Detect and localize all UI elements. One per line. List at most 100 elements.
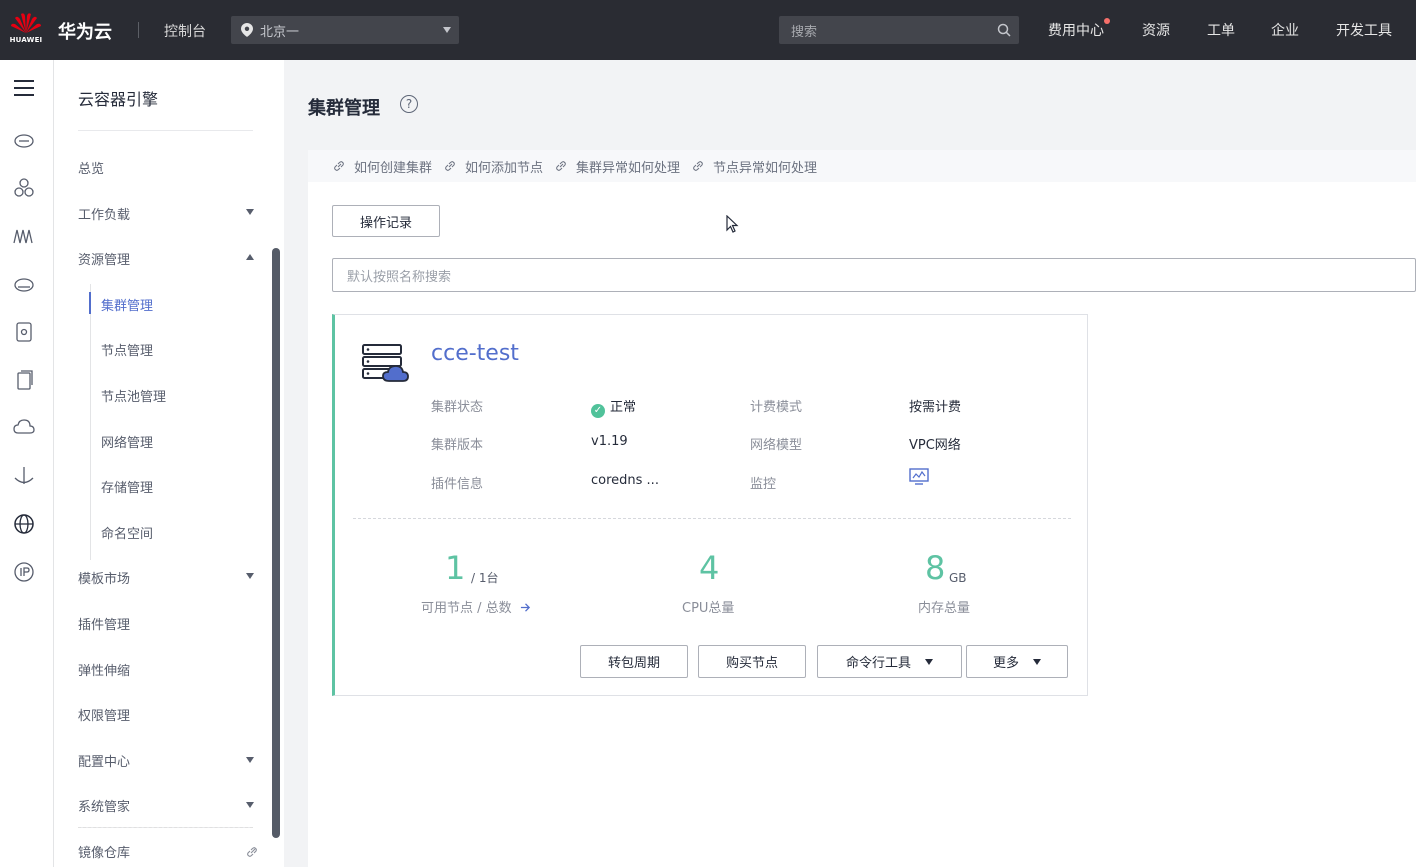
location-pin-icon: [241, 23, 253, 37]
search-icon[interactable]: [997, 23, 1011, 37]
cluster-status-label: 集群状态: [431, 400, 484, 415]
tip-label: 集群异常如何处理: [576, 160, 681, 176]
chevron-down-icon[interactable]: [246, 802, 254, 808]
submenu-guide-line: [90, 284, 91, 560]
menu-item-workloads[interactable]: 工作负载: [78, 204, 130, 223]
logo-text: HUAWEI: [9, 36, 43, 44]
operation-log-button[interactable]: 操作记录: [332, 205, 440, 237]
addon-info-value[interactable]: coredns ...: [591, 473, 659, 488]
cloud-sync-icon[interactable]: [12, 416, 36, 440]
anchor-icon[interactable]: [12, 464, 36, 488]
waveform-icon[interactable]: [12, 224, 36, 248]
notification-dot: [1104, 18, 1110, 24]
menu-item-storage-mgmt[interactable]: 存储管理: [101, 477, 153, 496]
menu-item-namespace[interactable]: 命名空间: [101, 523, 153, 542]
more-dropdown[interactable]: 更多: [966, 645, 1068, 678]
monitor-chart-icon[interactable]: [909, 468, 929, 486]
ip-icon[interactable]: [12, 560, 36, 584]
tip-link-create-cluster[interactable]: 如何创建集群: [334, 157, 432, 176]
tip-label: 节点异常如何处理: [713, 160, 818, 176]
cluster-search-placeholder: 默认按照名称搜索: [347, 269, 452, 285]
menu-item-resources[interactable]: 资源管理: [78, 249, 130, 268]
nav-enterprise[interactable]: 企业: [1271, 20, 1299, 40]
menu-item-permissions[interactable]: 权限管理: [78, 705, 130, 724]
arrow-right-icon: [520, 603, 530, 612]
chevron-down-icon[interactable]: [246, 573, 254, 579]
region-selector[interactable]: 北京一: [231, 16, 459, 44]
chevron-down-icon[interactable]: [246, 209, 254, 215]
menu-item-overview[interactable]: 总览: [78, 158, 104, 177]
status-text: 正常: [610, 400, 637, 415]
menu-item-templates[interactable]: 模板市场: [78, 568, 130, 587]
mouse-cursor-icon: [726, 215, 739, 233]
menu-divider: [78, 827, 253, 828]
tip-label: 如何添加节点: [465, 160, 544, 176]
memory-stat-label: 内存总量: [918, 601, 971, 616]
chevron-down-icon: [443, 27, 451, 33]
total-nodes: / 1台: [471, 571, 499, 585]
hamburger-menu-icon[interactable]: [12, 76, 36, 100]
menu-scrollbar[interactable]: [272, 248, 280, 838]
menu-item-nodepool-mgmt[interactable]: 节点池管理: [101, 386, 166, 405]
nodes-label-text: 可用节点 / 总数: [421, 601, 512, 616]
huawei-logo[interactable]: HUAWEI: [8, 10, 44, 50]
document-icon[interactable]: [12, 320, 36, 344]
available-nodes-count: 1: [445, 549, 466, 587]
addon-info-label: 插件信息: [431, 477, 484, 492]
menu-item-image-repo[interactable]: 镜像仓库: [78, 842, 130, 861]
nav-dev-tools[interactable]: 开发工具: [1336, 20, 1392, 40]
brand-name[interactable]: 华为云: [58, 18, 112, 44]
menu-item-network-mgmt[interactable]: 网络管理: [101, 432, 153, 451]
files-icon[interactable]: [12, 368, 36, 392]
menu-item-autoscaling[interactable]: 弹性伸缩: [78, 660, 130, 679]
tip-label: 如何创建集群: [354, 160, 433, 176]
cluster-list-panel: 操作记录 默认按照名称搜索 cce-test 集群状态 ✓ 正常 计费模式 按需…: [308, 182, 1416, 867]
link-icon: [693, 161, 703, 171]
container-cluster-icon[interactable]: [12, 176, 36, 200]
chevron-up-icon[interactable]: [246, 254, 254, 260]
cpu-total-count: 4: [699, 549, 720, 587]
tip-link-node-issue[interactable]: 节点异常如何处理: [693, 157, 817, 176]
billing-mode-value: 按需计费: [909, 400, 962, 415]
cloud-storage-icon[interactable]: [12, 272, 36, 296]
active-indicator: [89, 292, 91, 314]
service-icon-rail: [0, 60, 54, 867]
check-circle-icon: ✓: [591, 404, 605, 418]
cluster-search-input[interactable]: 默认按照名称搜索: [332, 258, 1416, 292]
menu-item-system-manager[interactable]: 系统管家: [78, 796, 130, 815]
help-icon[interactable]: ?: [400, 95, 418, 113]
buy-node-button[interactable]: 购买节点: [698, 645, 806, 678]
cluster-name-link[interactable]: cce-test: [431, 341, 519, 366]
tip-link-cluster-issue[interactable]: 集群异常如何处理: [556, 157, 680, 176]
cpu-stat-label: CPU总量: [682, 601, 735, 616]
cluster-version-value: v1.19: [591, 434, 628, 449]
menu-item-addons[interactable]: 插件管理: [78, 614, 130, 633]
menu-item-node-mgmt[interactable]: 节点管理: [101, 340, 153, 359]
nav-billing-center[interactable]: 费用中心: [1048, 18, 1110, 40]
help-links-bar: 如何创建集群 如何添加节点 集群异常如何处理 节点异常如何处理: [308, 150, 1416, 182]
network-model-label: 网络模型: [750, 438, 803, 453]
network-model-value: VPC网络: [909, 438, 961, 453]
console-link[interactable]: 控制台: [164, 21, 206, 41]
link-icon: [556, 161, 566, 171]
nav-resources[interactable]: 资源: [1142, 20, 1170, 40]
monitor-label: 监控: [750, 477, 777, 492]
cluster-status-value: ✓ 正常: [591, 396, 636, 418]
globe-icon[interactable]: [12, 512, 36, 536]
nav-tickets[interactable]: 工单: [1207, 20, 1235, 40]
external-link-icon[interactable]: [246, 846, 258, 858]
nodes-stat-label[interactable]: 可用节点 / 总数: [421, 597, 531, 616]
huawei-logo-icon: [11, 13, 41, 34]
convert-to-yearly-button[interactable]: 转包周期: [580, 645, 688, 678]
cloud-server-icon[interactable]: [12, 128, 36, 152]
nav-billing-label: 费用中心: [1048, 23, 1104, 39]
tip-link-add-node[interactable]: 如何添加节点: [445, 157, 543, 176]
top-bar: HUAWEI 华为云 控制台 北京一 搜索 费用中心 资源 工单 企业 开发工具: [0, 0, 1416, 60]
global-search-input[interactable]: 搜索: [779, 16, 1019, 44]
billing-mode-label: 计费模式: [750, 400, 803, 415]
menu-item-config-center[interactable]: 配置中心: [78, 751, 130, 770]
cli-tools-dropdown[interactable]: 命令行工具: [817, 645, 962, 678]
card-divider: [353, 518, 1071, 519]
menu-item-cluster-mgmt[interactable]: 集群管理: [101, 295, 153, 314]
chevron-down-icon[interactable]: [246, 757, 254, 763]
